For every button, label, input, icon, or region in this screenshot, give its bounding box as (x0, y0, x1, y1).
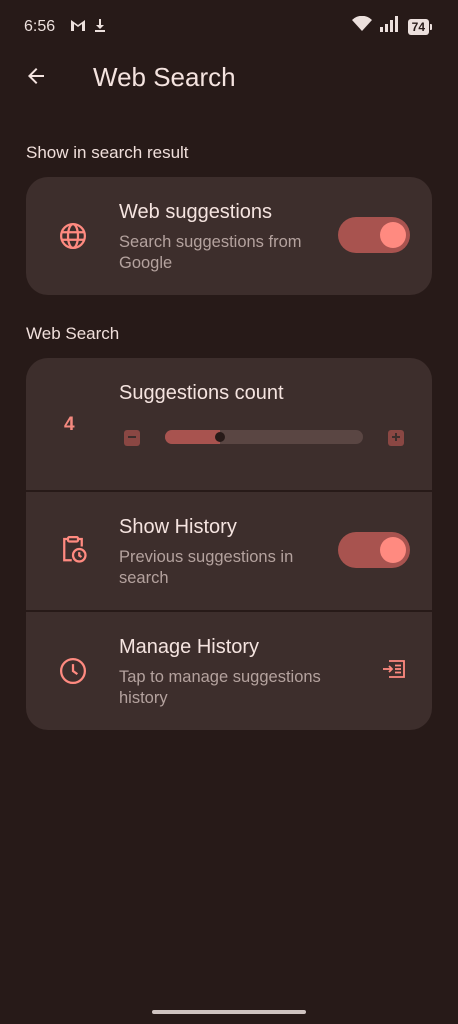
manage-history-row[interactable]: Manage History Tap to manage suggestions… (26, 612, 432, 730)
web-suggestions-subtitle: Search suggestions from Google (119, 233, 302, 272)
web-suggestions-row[interactable]: Web suggestions Search suggestions from … (26, 177, 432, 295)
battery-cap (430, 23, 432, 30)
minus-button[interactable] (124, 430, 140, 446)
globe-icon (56, 219, 90, 253)
toggle-thumb (380, 222, 406, 248)
status-time: 6:56 (24, 18, 56, 35)
back-button[interactable] (22, 64, 50, 92)
download-icon (94, 18, 106, 37)
open-list-icon (381, 657, 407, 686)
web-suggestions-card: Web suggestions Search suggestions from … (26, 177, 432, 295)
manage-history-subtitle: Tap to manage suggestions history (119, 668, 321, 707)
signal-icon (379, 16, 400, 37)
section-header-web-search: Web Search (26, 324, 120, 343)
show-history-row[interactable]: Show History Previous suggestions in sea… (26, 492, 432, 610)
section-header-show-in-results: Show in search result (26, 143, 189, 162)
slider-thumb[interactable] (215, 432, 225, 442)
gesture-nav-handle[interactable] (152, 1010, 306, 1014)
app-bar: Web Search (0, 56, 458, 100)
suggestions-count-title: Suggestions count (119, 382, 284, 404)
status-notification-icons (70, 18, 106, 37)
arrow-back-icon (24, 64, 48, 93)
show-history-toggle[interactable] (338, 532, 410, 568)
minus-icon (127, 429, 137, 447)
toggle-thumb (380, 537, 406, 563)
battery-level: 74 (407, 18, 429, 35)
plus-icon (391, 429, 401, 447)
suggestions-count-value: 4 (64, 414, 75, 435)
plus-button[interactable] (388, 430, 404, 446)
wifi-icon (351, 15, 372, 37)
manage-history-title: Manage History (119, 636, 260, 658)
show-history-subtitle: Previous suggestions in search (119, 548, 294, 587)
show-history-title: Show History (119, 516, 237, 538)
web-search-card: 4 Suggestions count Show History Previou… (26, 358, 432, 730)
page-title: Web Search (93, 62, 236, 92)
suggestions-count-slider[interactable] (165, 430, 363, 444)
web-suggestions-title: Web suggestions (119, 201, 273, 223)
battery-indicator: 74 (407, 18, 432, 35)
slider-fill (165, 430, 220, 444)
open-manage-history-button[interactable] (380, 657, 408, 685)
web-suggestions-toggle[interactable] (338, 217, 410, 253)
clipboard-clock-icon (56, 532, 90, 566)
status-system-icons: 74 (351, 15, 432, 37)
clock-icon (56, 654, 90, 688)
status-bar: 6:56 74 (0, 0, 458, 56)
gmail-icon (70, 18, 86, 37)
suggestions-count-row: 4 Suggestions count (26, 358, 432, 491)
